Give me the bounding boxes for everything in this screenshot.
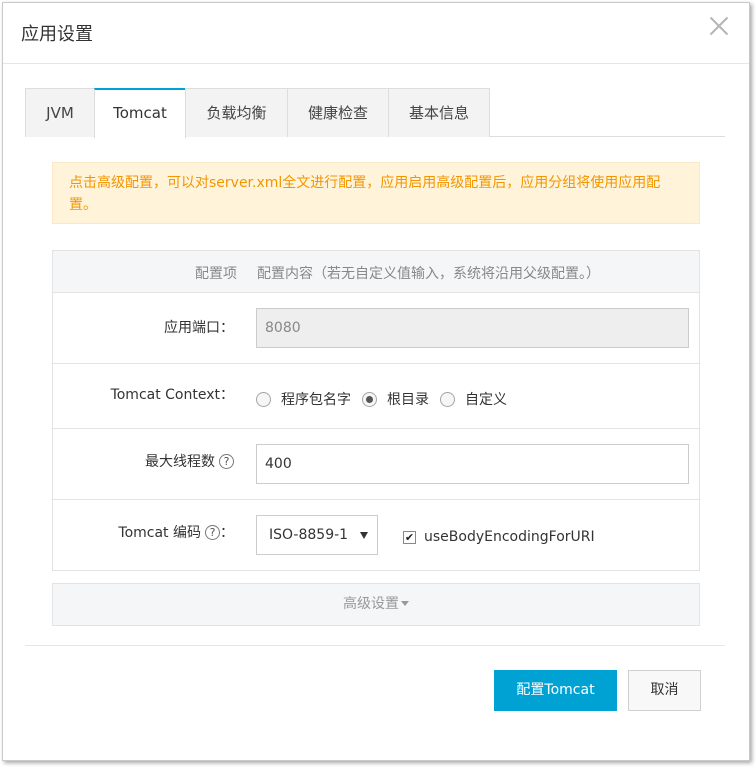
context-label: Tomcat Context： (110, 387, 234, 403)
tab-load-balancing[interactable]: 负载均衡 (185, 88, 288, 137)
port-label: 应用端口： (164, 320, 234, 336)
radio-root-dir-label: 根目录 (387, 392, 429, 408)
body-encoding-option: ✔ useBodyEncodingForURI (403, 529, 595, 545)
encoding-label: Tomcat 编码 (118, 525, 201, 541)
tab-basic-info[interactable]: 基本信息 (388, 88, 490, 137)
radio-package-name-label: 程序包名字 (281, 392, 351, 408)
row-tomcat-context: Tomcat Context： 程序包名字 根目录 自定义 (53, 364, 699, 429)
context-radio-group: 程序包名字 根目录 自定义 (256, 389, 518, 409)
encoding-label-colon: ： (220, 525, 234, 541)
advanced-settings-toggle[interactable]: 高级设置 (52, 583, 700, 626)
header-divider (3, 63, 749, 64)
max-threads-label: 最大线程数 (145, 454, 215, 470)
config-table: 配置项 配置内容（若无自定义值输入，系统将沿用父级配置。） 应用端口： 8080… (52, 250, 700, 571)
radio-package-name[interactable] (256, 391, 271, 407)
tab-tomcat[interactable]: Tomcat (94, 88, 186, 138)
header-config-content: 配置内容（若无自定义值输入，系统将沿用父级配置。） (257, 266, 600, 282)
radio-custom-label: 自定义 (465, 392, 507, 408)
info-alert: 点击高级配置，可以对server.xml全文进行配置，应用启用高级配置后，应用分… (52, 162, 700, 224)
dialog-title: 应用设置 (21, 24, 93, 45)
tab-health-check[interactable]: 健康检查 (287, 88, 389, 137)
row-tomcat-encoding: Tomcat 编码?： ISO-8859-1 ✔ useBodyEncoding… (53, 500, 699, 571)
max-threads-input[interactable]: 400 (256, 444, 689, 484)
row-app-port: 应用端口： 8080 (53, 293, 699, 364)
radio-root-dir[interactable] (362, 391, 377, 407)
caret-down-icon (401, 601, 409, 606)
tab-bar: JVM Tomcat 负载均衡 健康检查 基本信息 (25, 88, 725, 138)
help-icon[interactable]: ? (219, 454, 234, 469)
body-encoding-label: useBodyEncodingForURI (424, 529, 595, 545)
caret-down-icon (360, 532, 368, 539)
radio-custom[interactable] (440, 391, 455, 407)
port-input[interactable]: 8080 (256, 308, 689, 348)
encoding-select-value: ISO-8859-1 (269, 527, 349, 543)
tab-jvm[interactable]: JVM (25, 88, 95, 137)
close-icon[interactable] (706, 13, 732, 39)
help-icon[interactable]: ? (205, 525, 220, 540)
row-max-threads: 最大线程数? 400 (53, 429, 699, 500)
encoding-label-wrap: Tomcat 编码?： (53, 522, 234, 542)
configure-tomcat-button[interactable]: 配置Tomcat (494, 670, 617, 711)
table-header: 配置项 配置内容（若无自定义值输入，系统将沿用父级配置。） (53, 251, 699, 293)
advanced-settings-label: 高级设置 (343, 596, 399, 612)
footer-divider (25, 645, 725, 646)
app-settings-dialog: 应用设置 JVM Tomcat 负载均衡 健康检查 基本信息 点击高级配置，可以… (2, 2, 750, 761)
cancel-button[interactable]: 取消 (628, 670, 701, 711)
header-config-item: 配置项 (195, 266, 237, 282)
max-threads-label-wrap: 最大线程数? (53, 451, 234, 471)
encoding-select[interactable]: ISO-8859-1 (256, 515, 378, 555)
body-encoding-checkbox[interactable]: ✔ (403, 530, 416, 544)
